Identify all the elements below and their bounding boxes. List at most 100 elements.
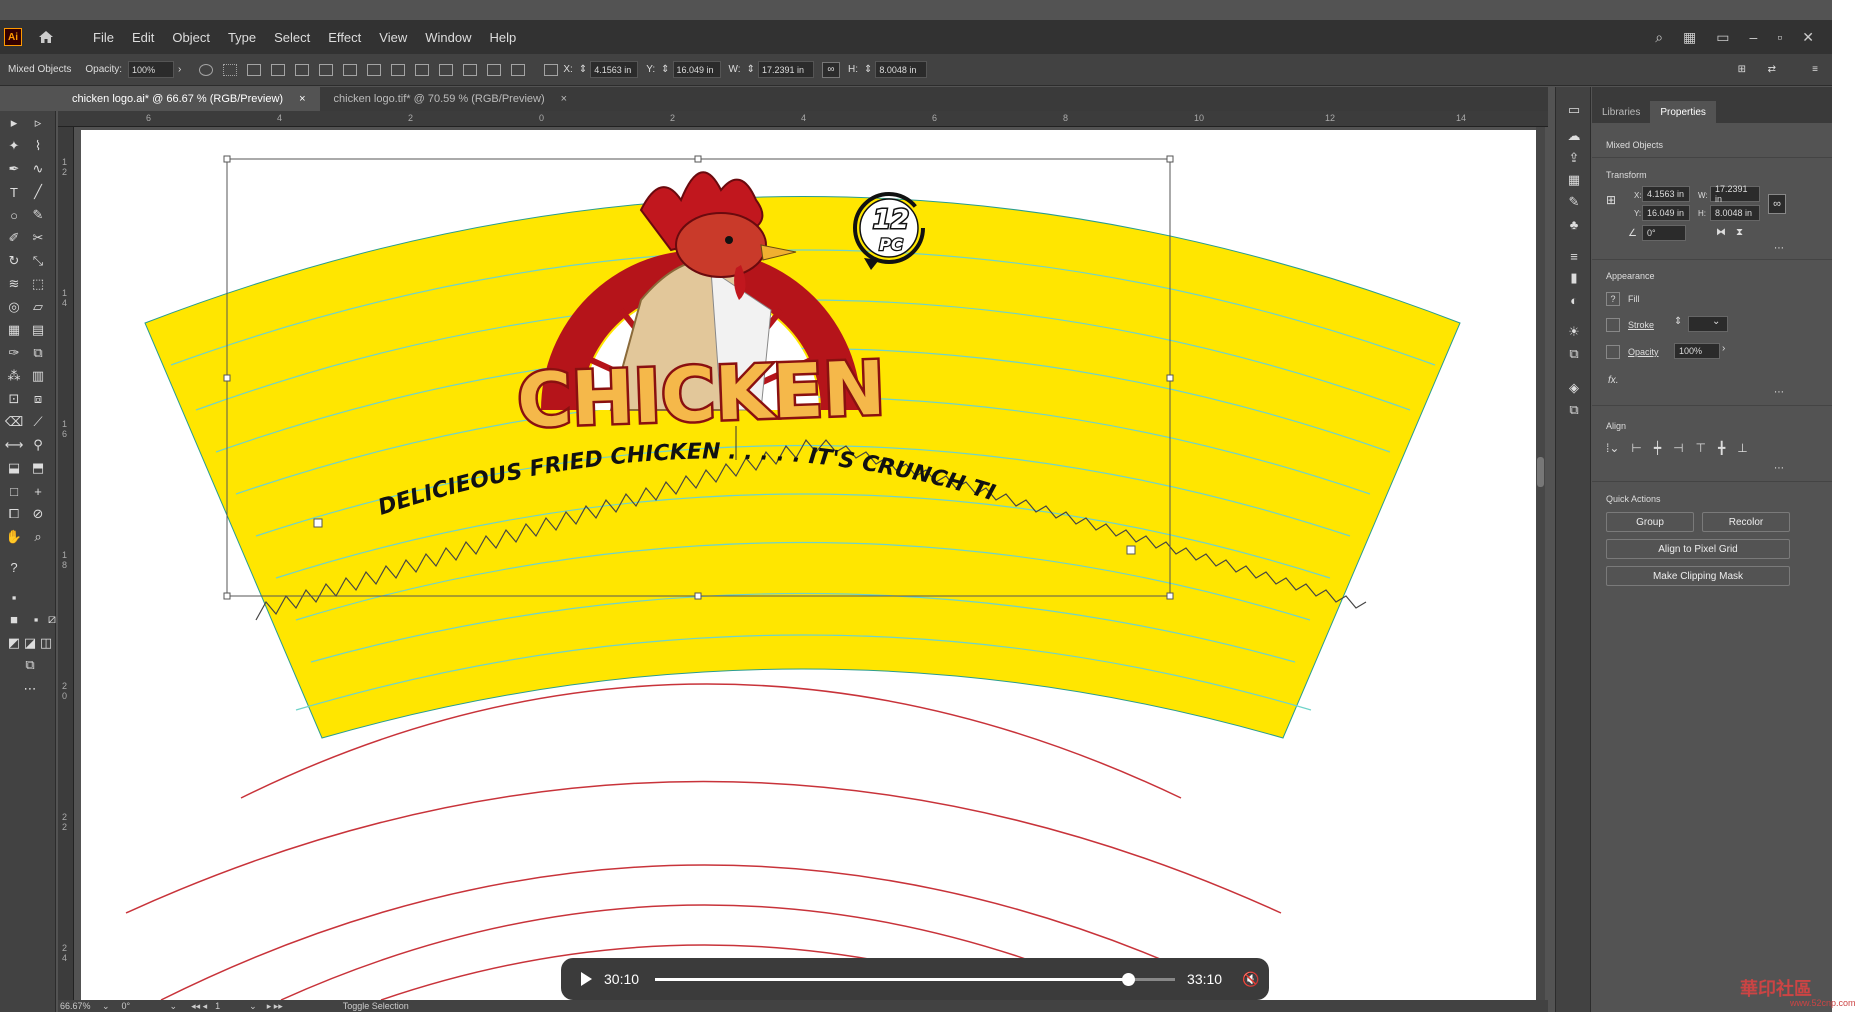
libraries-icon[interactable]: ☁ [1566, 128, 1582, 143]
stroke-swatch[interactable] [1606, 318, 1620, 332]
opacity-icon[interactable] [1606, 345, 1620, 359]
measure-tool-icon[interactable]: + [30, 483, 46, 499]
brushes-icon[interactable]: ✎ [1566, 194, 1582, 209]
draw-behind-icon[interactable]: ◪ [22, 635, 38, 651]
distribute-hcenter-icon[interactable] [487, 63, 502, 76]
edit-toolbar-icon[interactable]: ⋯ [22, 681, 38, 697]
swatches-icon[interactable]: ▦ [1566, 172, 1582, 187]
arrange-icon[interactable]: ▭ [1716, 29, 1729, 46]
constrain-link-icon[interactable]: ∞ [821, 61, 840, 78]
maximize-icon[interactable]: ▫ [1777, 29, 1782, 45]
gradient-mode-icon[interactable]: ▪ [28, 611, 44, 627]
scale-tool-icon[interactable]: ⤡ [30, 253, 46, 269]
flip-vertical-icon[interactable]: ⧗ [1736, 227, 1743, 238]
artboards-panel-icon[interactable]: ▭ [1566, 102, 1582, 117]
live-paint-tool-icon[interactable]: ⬓ [6, 460, 22, 476]
stroke-label[interactable]: Stroke [1628, 320, 1654, 330]
group-button[interactable]: Group [1606, 512, 1694, 532]
shape-builder-tool-icon[interactable]: ◎ [6, 299, 22, 315]
free-transform-tool-icon[interactable]: ⬚ [30, 276, 46, 292]
canvas[interactable]: CHICKEN 12 PC DELICIEOUS FRIED CHICKEN .… [75, 127, 1545, 1000]
line-tool-icon[interactable]: ╱ [30, 184, 46, 200]
shaper-tool-icon[interactable]: ✐ [6, 230, 22, 246]
stroke-dropdown-icon[interactable]: ⌄ [1712, 316, 1720, 327]
panel-opacity-input[interactable]: 100% [1674, 343, 1720, 359]
appearance-panel-icon[interactable]: ☀ [1566, 324, 1582, 339]
menu-help[interactable]: Help [480, 30, 525, 45]
layers-icon[interactable]: ◈ [1566, 380, 1582, 395]
align-more-icon[interactable]: ⋯ [1774, 463, 1784, 474]
artboard-prev-icon[interactable]: ◂◂ ◂ [191, 1001, 207, 1012]
recolor-icon[interactable] [199, 63, 214, 76]
scrollbar-thumb[interactable] [1537, 457, 1544, 487]
tab-chicken-logo-ai[interactable]: chicken logo.ai* @ 66.67 % (RGB/Preview)… [58, 87, 320, 111]
artboard-number[interactable]: 1 [215, 1001, 249, 1011]
align-to-icon[interactable] [223, 63, 238, 76]
puppet-warp-tool-icon[interactable]: ⚲ [30, 437, 46, 453]
cup-artwork[interactable]: CHICKEN 12 PC DELICIEOUS FRIED CHICKEN .… [75, 127, 1537, 1000]
pen-tool-icon[interactable]: ✒ [6, 161, 22, 177]
fill-stroke-swatch-icon[interactable]: ? [6, 559, 22, 575]
graphic-styles-icon[interactable]: ⧉ [1566, 346, 1582, 361]
h-stepper-icon[interactable]: ⇕ [864, 64, 872, 75]
tab-properties[interactable]: Properties [1650, 101, 1716, 123]
blend-tool-icon[interactable]: ⧉ [30, 345, 46, 361]
minimize-icon[interactable]: – [1750, 29, 1758, 45]
live-paint-select-icon[interactable]: ⬒ [30, 460, 46, 476]
seek-handle[interactable] [1121, 972, 1135, 986]
color-mode-icon[interactable]: ■ [6, 611, 22, 627]
panel-x-input[interactable]: 4.1563 in [1642, 186, 1690, 202]
rectangle-tool-icon[interactable]: ○ [6, 207, 22, 223]
paintbrush-tool-icon[interactable]: ✎ [30, 207, 46, 223]
stroke-weight-input[interactable] [1688, 316, 1728, 332]
distribute-bottom-icon[interactable] [439, 63, 454, 76]
perspective-tool-icon[interactable]: ▱ [30, 299, 46, 315]
x-input[interactable]: 4.1563 in [590, 61, 639, 78]
selection-tool-icon[interactable]: ▸ [6, 115, 22, 131]
menu-view[interactable]: View [370, 30, 416, 45]
artboard-tool-icon[interactable]: ⊡ [6, 391, 22, 407]
align-hcenter-icon[interactable] [271, 63, 286, 76]
stroke-stepper-icon[interactable]: ⇕ [1674, 316, 1682, 327]
draw-inside-icon[interactable]: ◫ [38, 635, 54, 651]
opacity-label[interactable]: Opacity [1628, 347, 1659, 357]
menu-object[interactable]: Object [163, 30, 219, 45]
zoom-level[interactable]: 66.67% [60, 1001, 102, 1011]
draw-mode-icon[interactable]: ◩ [6, 635, 22, 651]
align-vcenter-icon[interactable] [343, 63, 358, 76]
eyedropper-tool-icon[interactable]: ✑ [6, 345, 22, 361]
screen-mode-icon[interactable]: ⧉ [22, 657, 38, 673]
isolate-icon[interactable]: ⇄ [1768, 64, 1776, 75]
align-right-icon[interactable] [295, 63, 310, 76]
vertical-scrollbar[interactable] [1536, 127, 1545, 1000]
reference-point-icon[interactable] [544, 63, 559, 76]
distribute-left-icon[interactable] [463, 63, 478, 76]
zoom-dropdown-icon[interactable]: ⌄ [102, 1001, 110, 1012]
opacity-expand-icon[interactable]: › [178, 64, 181, 75]
x-stepper-icon[interactable]: ⇕ [579, 64, 587, 75]
play-icon[interactable] [581, 972, 592, 986]
align-bottom-icon[interactable] [367, 63, 382, 76]
y-stepper-icon[interactable]: ⇕ [661, 64, 669, 75]
appearance-more-icon[interactable]: ⋯ [1774, 387, 1784, 398]
stroke-panel-icon[interactable]: ≡ [1566, 249, 1582, 264]
eyedropper-alt-icon[interactable]: ⊘ [30, 506, 46, 522]
mute-icon[interactable]: 🔇 [1242, 971, 1259, 988]
status-mode[interactable]: Toggle Selection [343, 1001, 409, 1011]
fill-swatch[interactable]: ? [1606, 292, 1620, 306]
graph-tool-icon[interactable]: ▥ [30, 368, 46, 384]
w-input[interactable]: 17.2391 in [757, 61, 814, 78]
default-colors-icon[interactable]: ▪ [6, 589, 22, 605]
align-right-icon[interactable]: ⊣ [1673, 441, 1683, 455]
vertical-ruler[interactable]: 12141618202224 [58, 127, 74, 1000]
gradient-tool-icon[interactable]: ▤ [30, 322, 46, 338]
artboard-dropdown-icon[interactable]: ⌄ [249, 1001, 257, 1012]
artboard[interactable]: CHICKEN 12 PC DELICIEOUS FRIED CHICKEN .… [75, 127, 1537, 1000]
rotation-value[interactable]: 0° [122, 1001, 170, 1011]
crop-tool-icon[interactable]: ⧠ [6, 506, 22, 522]
distribute-top-icon[interactable] [391, 63, 406, 76]
align-to-icon[interactable]: ⁞⌄ [1606, 441, 1619, 455]
panel-y-input[interactable]: 16.049 in [1642, 205, 1690, 221]
align-left-icon[interactable] [247, 63, 262, 76]
gradient-panel-icon[interactable]: ▮ [1566, 270, 1582, 285]
